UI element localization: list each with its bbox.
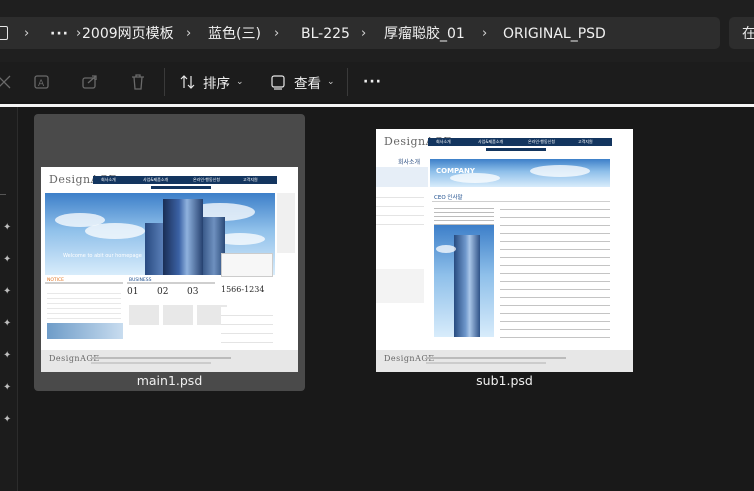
thumb-num-3: 03 — [187, 287, 199, 297]
address-bar-row: › ··· › 2009网页模板 › 蓝色(三) › BL-225 › 厚瘤聪胶… — [0, 0, 754, 62]
share-icon[interactable] — [80, 72, 100, 92]
sort-label: 排序 — [203, 76, 230, 92]
delete-icon[interactable] — [128, 72, 148, 92]
pin-icon: ✦ — [3, 350, 12, 361]
svg-text:A: A — [38, 79, 45, 89]
pin-icon: ✦ — [3, 318, 12, 329]
pin-icon: ✦ — [3, 382, 12, 393]
cut-icon[interactable] — [0, 72, 14, 92]
thumb-nav: 회사소개 사업&제품소개 온라인·행동신청 고객지원 — [428, 138, 612, 146]
file-thumbnail: DesignAGE 회사소개 사업&제품소개 온라인·행동신청 고객지원 회사소… — [376, 129, 633, 372]
chevron-right-icon: › — [186, 26, 192, 41]
breadcrumb-item-3[interactable]: 厚瘤聪胶_01 — [384, 24, 465, 44]
command-bar: A 排序 ⌄ 查看 ⌄ ··· — [0, 62, 754, 102]
view-icon — [270, 74, 286, 90]
thumb-nav-item: 고객지원 — [578, 139, 593, 144]
search-placeholder: 在 — [742, 26, 754, 42]
pin-icon: ✦ — [3, 254, 12, 265]
thumb-nav-item: 회사소개 — [436, 139, 451, 144]
breadcrumb-item-1[interactable]: 蓝色(三) — [208, 24, 261, 44]
file-name-label: main1.psd — [136, 373, 203, 388]
file-thumbnail: DesignAGE 회사소개 사업&제품소개 온라인·행동신청 고객지원 Wel… — [41, 167, 298, 372]
file-list: DesignAGE 회사소개 사업&제품소개 온라인·행동신청 고객지원 Wel… — [19, 107, 754, 491]
thumb-banner-text: COMPANY — [436, 167, 475, 175]
view-button[interactable]: 查看 ⌄ — [270, 70, 335, 94]
thumb-section-title: 회사소개 — [398, 159, 421, 166]
more-options-button[interactable]: ··· — [363, 70, 382, 94]
thumb-banner: COMPANY — [430, 159, 610, 187]
chevron-right-icon: › — [24, 26, 30, 41]
file-tile-sub1[interactable]: DesignAGE 회사소개 사업&제품소개 온라인·행동신청 고객지원 회사소… — [369, 114, 640, 391]
thumb-heading: CEO 인사말 — [434, 195, 463, 201]
sort-button[interactable]: 排序 ⌄ — [180, 70, 244, 94]
file-explorer-window: › ··· › 2009网页模板 › 蓝色(三) › BL-225 › 厚瘤聪胶… — [0, 0, 754, 491]
thumb-phone: 1566-1234 — [221, 285, 265, 294]
navigation-pane[interactable]: ✦ ✦ ✦ ✦ ✦ ✦ ✦ — [0, 107, 18, 491]
thumb-nav-item: 회사소개 — [101, 177, 116, 182]
file-tile-main1[interactable]: DesignAGE 회사소개 사업&제품소개 온라인·행동신청 고객지원 Wel… — [34, 114, 305, 391]
breadcrumb-item-2[interactable]: BL-225 — [301, 24, 350, 44]
file-name-label: sub1.psd — [476, 373, 533, 388]
nav-divider — [0, 194, 6, 195]
toolbar-separator — [347, 68, 348, 96]
breadcrumb-item-4[interactable]: ORIGINAL_PSD — [503, 24, 606, 44]
chevron-right-icon: › — [76, 26, 82, 41]
thumb-num-1: 01 — [127, 287, 139, 297]
thumb-nav-item: 사업&제품소개 — [478, 139, 504, 144]
thumb-nav-item: 온라인·행동신청 — [528, 139, 556, 144]
chevron-down-icon: ⌄ — [327, 77, 335, 87]
sort-icon — [180, 74, 196, 90]
breadcrumb-more-button[interactable]: ··· — [50, 24, 69, 44]
folder-icon — [0, 26, 8, 40]
pin-icon: ✦ — [3, 286, 12, 297]
thumb-num-2: 02 — [157, 287, 169, 297]
breadcrumb-item-0[interactable]: 2009网页模板 — [82, 24, 174, 44]
chevron-right-icon: › — [482, 26, 488, 41]
rename-icon[interactable]: A — [32, 72, 52, 92]
chevron-down-icon: ⌄ — [236, 77, 244, 87]
chevron-right-icon: › — [361, 26, 367, 41]
pin-icon: ✦ — [3, 222, 12, 233]
chevron-right-icon: › — [274, 26, 280, 41]
toolbar-separator — [164, 68, 165, 96]
thumb-nav-item: 사업&제품소개 — [143, 177, 169, 182]
thumb-nav: 회사소개 사업&제품소개 온라인·행동신청 고객지원 — [93, 176, 277, 184]
thumb-nav-item: 온라인·행동신청 — [193, 177, 221, 182]
thumb-hero-text: Welcome to abit our homepage — [63, 253, 142, 259]
view-label: 查看 — [294, 76, 321, 92]
thumb-footer: DesignAGE — [376, 350, 633, 372]
pin-icon: ✦ — [3, 414, 12, 425]
thumb-footer: DesignAGE — [41, 350, 298, 372]
thumb-building-image — [434, 225, 494, 337]
thumb-nav-item: 고객지원 — [243, 177, 258, 182]
